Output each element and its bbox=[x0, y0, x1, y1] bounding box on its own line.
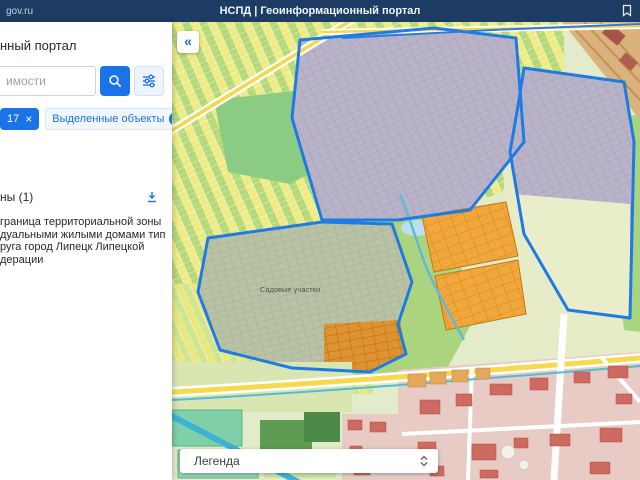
legend-toggle-icon[interactable] bbox=[419, 454, 429, 468]
topbar: gov.ru НСПД | Геоинформационный портал bbox=[0, 0, 640, 22]
search-input[interactable] bbox=[0, 66, 96, 96]
description-line: дуальными жилыми домами тип bbox=[0, 228, 166, 241]
tab-selected-objects-label: Выделенные объекты bbox=[52, 113, 165, 125]
legend-bar[interactable]: Легенда bbox=[180, 449, 438, 473]
zone-description: граница территориальной зоны дуальными ж… bbox=[0, 216, 172, 266]
download-icon[interactable] bbox=[146, 191, 158, 203]
app-title: НСПД | Геоинформационный портал bbox=[219, 5, 421, 17]
collapse-panel-button[interactable]: « bbox=[177, 31, 199, 53]
site-domain[interactable]: gov.ru bbox=[6, 6, 33, 17]
tab-selected-objects[interactable]: Выделенные объекты 1 × bbox=[45, 108, 172, 130]
tab-results-label: 17 bbox=[7, 113, 20, 125]
section-header: ны (1) bbox=[0, 190, 172, 204]
search-icon bbox=[108, 74, 122, 88]
map-area[interactable]: Садовые участки « Легенда bbox=[172, 22, 640, 480]
bookmark-icon[interactable] bbox=[622, 4, 632, 17]
filter-button[interactable] bbox=[134, 66, 164, 96]
content: нный портал 17 × bbox=[0, 22, 640, 480]
search-bar bbox=[0, 66, 172, 96]
tab-results[interactable]: 17 × bbox=[0, 108, 40, 130]
description-line: руга город Липецк Липецкой bbox=[0, 241, 145, 253]
legend-title: Легенда bbox=[194, 454, 240, 468]
map-label-sadovye: Садовые участки bbox=[260, 285, 320, 294]
count-badge: 1 bbox=[169, 112, 172, 126]
tabs: 17 × Выделенные объекты 1 × bbox=[0, 108, 172, 130]
map-canvas: Садовые участки bbox=[172, 22, 640, 480]
sidebar: нный портал 17 × bbox=[0, 22, 172, 480]
search-button[interactable] bbox=[100, 66, 130, 96]
close-icon[interactable]: × bbox=[25, 112, 32, 126]
description-line: граница территориальной зоны bbox=[0, 216, 162, 228]
description-line: дерации bbox=[0, 253, 44, 266]
portal-title: нный портал bbox=[0, 38, 77, 53]
app-window: gov.ru НСПД | Геоинформационный портал н… bbox=[0, 0, 640, 480]
section-header-label: ны (1) bbox=[0, 190, 34, 204]
sliders-icon bbox=[142, 74, 156, 88]
